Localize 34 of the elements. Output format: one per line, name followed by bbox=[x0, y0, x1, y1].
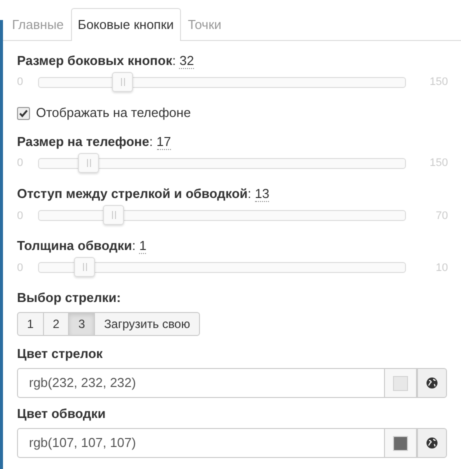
color-input[interactable]: rgb(232, 232, 232) bbox=[17, 368, 385, 398]
option-button[interactable]: 3 bbox=[68, 312, 96, 336]
colon: : bbox=[132, 238, 136, 253]
tab[interactable]: Боковые кнопки bbox=[70, 8, 181, 40]
setting-label: Цвет обводки bbox=[17, 406, 107, 424]
option-button[interactable]: 2 bbox=[42, 312, 70, 336]
color-input[interactable]: rgb(107, 107, 107) bbox=[17, 428, 385, 458]
setting-label: Выбор стрелки: bbox=[17, 290, 122, 308]
checkbox[interactable] bbox=[17, 106, 30, 120]
globe-icon bbox=[426, 377, 438, 390]
slider-thumb[interactable] bbox=[112, 72, 134, 92]
option-button[interactable]: 1 bbox=[17, 312, 44, 336]
setting-value: 13 bbox=[254, 186, 270, 202]
color-swatch[interactable] bbox=[393, 376, 408, 391]
globe-icon bbox=[426, 437, 438, 450]
setting-label: Отступ между стрелкой и обводкой bbox=[17, 186, 248, 201]
globe-button[interactable] bbox=[417, 368, 447, 398]
slider-thumb[interactable] bbox=[103, 205, 124, 226]
globe-button[interactable] bbox=[417, 428, 447, 458]
setting-label: Размер боковых кнопок bbox=[17, 52, 172, 68]
slider-thumb[interactable] bbox=[78, 153, 99, 174]
setting-label: Толщина обводки bbox=[17, 238, 132, 253]
setting-value: 17 bbox=[156, 134, 171, 150]
option-button[interactable]: Загрузить свою bbox=[94, 312, 200, 336]
setting-value: 1 bbox=[139, 238, 146, 254]
color-swatch[interactable] bbox=[393, 436, 408, 451]
colon: : bbox=[149, 134, 153, 149]
setting-label: Цвет стрелок bbox=[17, 346, 104, 364]
setting-label: Размер на телефоне bbox=[17, 134, 150, 149]
setting-value: 32 bbox=[179, 52, 194, 68]
colon: : bbox=[248, 186, 252, 201]
checkbox-label: Отображать на телефоне bbox=[36, 104, 191, 122]
colon: : bbox=[172, 52, 176, 68]
slider-thumb[interactable] bbox=[74, 257, 94, 278]
